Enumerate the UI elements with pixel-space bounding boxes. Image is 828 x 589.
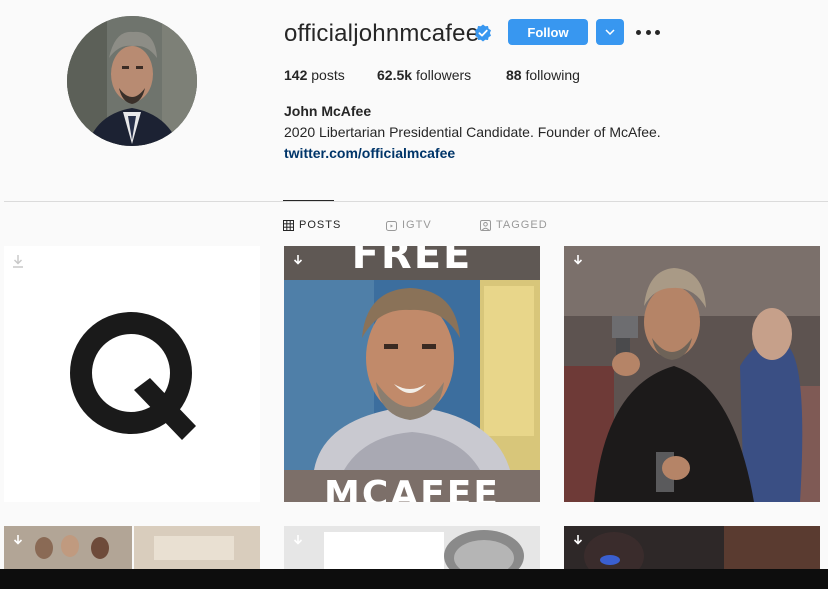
avatar-image bbox=[67, 16, 197, 146]
post-tile[interactable] bbox=[564, 246, 820, 502]
posts-count: 142 bbox=[284, 67, 308, 83]
q-letter-image bbox=[70, 312, 196, 440]
free-overlay-text: FREE bbox=[351, 246, 473, 278]
document-photo bbox=[284, 526, 540, 569]
active-tab-indicator bbox=[283, 200, 334, 201]
posts-label: posts bbox=[311, 67, 345, 83]
followers-stat[interactable]: 62.5k followers bbox=[377, 67, 471, 83]
gun-photo bbox=[564, 246, 820, 502]
post-tile[interactable] bbox=[564, 526, 820, 569]
suggested-accounts-button[interactable] bbox=[596, 19, 624, 45]
tabs-divider bbox=[4, 201, 828, 202]
tab-igtv-label: IGTV bbox=[402, 219, 432, 231]
following-stat[interactable]: 88 following bbox=[506, 67, 580, 83]
post-tile[interactable] bbox=[4, 246, 260, 502]
profile-link[interactable]: twitter.com/officialmcafee bbox=[284, 145, 455, 161]
profile-bio: 2020 Libertarian Presidential Candidate.… bbox=[284, 124, 661, 140]
tab-igtv[interactable]: IGTV bbox=[386, 219, 432, 231]
download-icon bbox=[573, 255, 583, 265]
following-count: 88 bbox=[506, 67, 522, 83]
followers-label: followers bbox=[415, 67, 472, 83]
portrait-photo bbox=[564, 526, 820, 569]
profile-avatar[interactable] bbox=[67, 16, 197, 146]
tagged-icon bbox=[480, 219, 491, 231]
free-mcafee-photo bbox=[284, 246, 540, 502]
grid-icon bbox=[283, 219, 294, 231]
profile-username: officialjohnmcafee bbox=[284, 20, 480, 47]
download-icon bbox=[293, 535, 303, 545]
post-tile[interactable] bbox=[4, 526, 260, 569]
follow-button[interactable]: Follow bbox=[508, 19, 588, 45]
verified-badge-icon bbox=[475, 24, 491, 42]
tab-posts-label: POSTS bbox=[299, 219, 342, 231]
posts-stat: 142 posts bbox=[284, 67, 345, 83]
bottom-bar bbox=[0, 569, 828, 589]
profile-full-name: John McAfee bbox=[284, 103, 372, 119]
download-icon bbox=[293, 255, 303, 265]
tab-posts[interactable]: POSTS bbox=[283, 219, 341, 231]
group-photo bbox=[4, 526, 260, 569]
post-tile[interactable]: FREE MCAFEE bbox=[284, 246, 540, 502]
tab-tagged-label: TAGGED bbox=[496, 219, 548, 231]
igtv-icon bbox=[386, 220, 397, 231]
followers-count: 62.5k bbox=[377, 67, 413, 83]
download-icon bbox=[13, 535, 23, 545]
mcafee-overlay-text: MCAFEE bbox=[324, 474, 500, 502]
more-options-icon[interactable] bbox=[636, 24, 660, 40]
tab-tagged[interactable]: TAGGED bbox=[480, 219, 548, 231]
chevron-down-icon bbox=[605, 29, 615, 35]
download-icon bbox=[573, 535, 583, 545]
download-icon bbox=[13, 255, 23, 268]
following-label: following bbox=[525, 67, 580, 83]
post-tile[interactable] bbox=[284, 526, 540, 569]
